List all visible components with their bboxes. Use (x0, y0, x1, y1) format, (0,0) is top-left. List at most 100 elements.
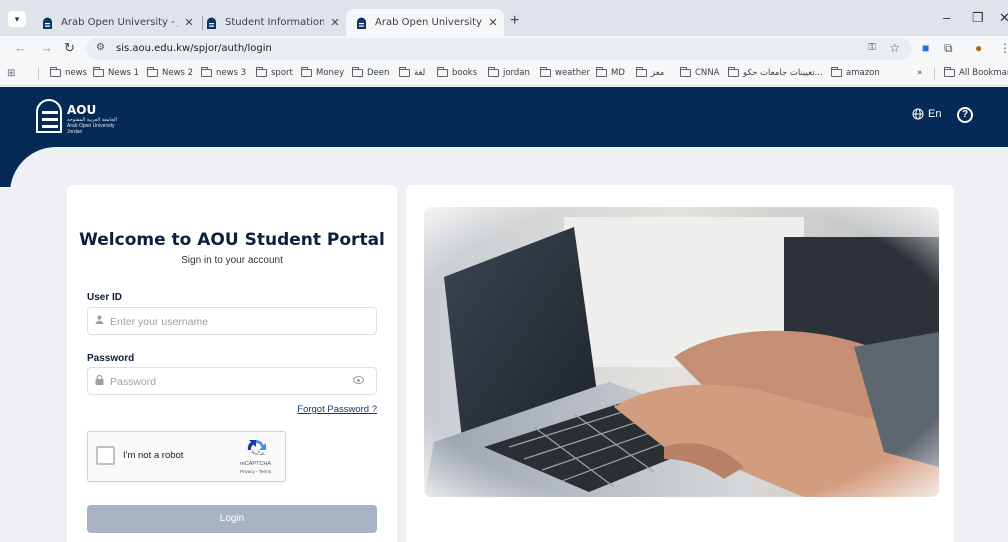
all-bookmarks-label: All Bookmarks (959, 68, 1008, 78)
tab-search-chevron-down-icon[interactable]: ▾ (8, 11, 26, 27)
folder-icon (488, 67, 499, 77)
folder-icon (680, 67, 691, 77)
bookmarks-overflow-button[interactable]: » (917, 68, 922, 78)
apps-grid-icon[interactable]: ⊞ (7, 68, 15, 79)
folder-icon (540, 67, 551, 77)
folder-icon (256, 67, 267, 77)
tab-close-icon[interactable]: ✕ (482, 16, 504, 29)
site-info-icon[interactable]: ⚙ (96, 42, 105, 53)
password-key-icon[interactable]: ⚿ (868, 42, 876, 53)
page-content: AOU الجامعة العربية المفتوحة Arab Open U… (0, 87, 1008, 542)
folder-icon (831, 67, 842, 77)
lock-icon (95, 374, 104, 387)
browser-tab-strip: ▾ Arab Open University - Jordan ✕ Studen… (0, 0, 1008, 36)
hero-image-card (406, 185, 954, 542)
browser-menu-icon[interactable]: ⋮ (999, 41, 1008, 55)
aou-favicon-icon (43, 17, 52, 29)
user-id-label: User ID (87, 292, 123, 303)
bookmarks-divider (38, 68, 39, 80)
bookmark-item[interactable]: News 1 (93, 67, 139, 78)
folder-icon (728, 67, 739, 77)
back-arrow-icon[interactable]: ← (14, 40, 27, 55)
bookmark-item[interactable]: لغة (399, 67, 426, 78)
language-label: En (928, 108, 942, 120)
bookmark-item[interactable]: sport (256, 67, 293, 78)
bookmark-item[interactable]: news (50, 67, 87, 78)
browser-tab-student-information-system[interactable]: Student Information System (S ✕ (196, 9, 346, 36)
all-bookmarks-button[interactable]: All Bookmarks (944, 67, 1008, 78)
password-field[interactable] (87, 367, 377, 395)
recaptcha-checkbox[interactable] (96, 446, 115, 465)
bookmarks-divider (934, 68, 935, 80)
bookmark-label: weather (555, 68, 590, 78)
username-input[interactable] (110, 312, 340, 332)
bookmark-label: معز (651, 68, 665, 78)
folder-icon (437, 67, 448, 77)
bookmark-item[interactable]: تعيينات جامعات حكو... (728, 67, 823, 78)
logo-title: AOU (67, 103, 97, 117)
forward-arrow-icon[interactable]: → (40, 40, 53, 55)
folder-icon (301, 67, 312, 77)
bookmark-label: News 2 (162, 68, 194, 78)
help-circle-icon[interactable]: ? (957, 107, 973, 123)
password-input[interactable] (110, 372, 340, 392)
bookmark-item[interactable]: MD (596, 67, 625, 78)
extensions-puzzle-icon[interactable]: ⧉ (944, 41, 953, 56)
bookmark-item[interactable]: news 3 (201, 67, 247, 78)
bookmark-item[interactable]: Money (301, 67, 345, 78)
bookmark-label: MD (611, 68, 625, 78)
browser-toolbar: ← → ↻ ⚙ sis.aou.edu.kw/spjor/auth/login … (0, 36, 1008, 62)
login-button[interactable]: Login (87, 505, 377, 533)
aou-logo-icon[interactable] (36, 99, 62, 133)
username-field[interactable] (87, 307, 377, 335)
folder-icon (944, 67, 955, 77)
bookmark-label: Money (316, 68, 345, 78)
browser-tab-aou-jordan[interactable]: Arab Open University - Jordan ✕ (32, 9, 200, 36)
password-label: Password (87, 353, 135, 364)
bookmark-label: تعيينات جامعات حكو... (743, 68, 823, 78)
bookmark-label: amazon (846, 68, 880, 78)
reload-icon[interactable]: ↻ (64, 40, 75, 56)
bookmark-item[interactable]: books (437, 67, 477, 78)
bookmark-item[interactable]: weather (540, 67, 590, 78)
logo-text[interactable]: AOU الجامعة العربية المفتوحة Arab Open U… (67, 103, 117, 135)
aou-favicon-icon (357, 17, 366, 29)
browser-tab-arab-open-university[interactable]: Arab Open University ✕ (346, 9, 504, 36)
profile-avatar-icon[interactable]: ● (975, 41, 982, 55)
bookmark-label: CNNA (695, 68, 720, 78)
bookmark-label: Deen (367, 68, 390, 78)
url-text[interactable]: sis.aou.edu.kw/spjor/auth/login (116, 43, 272, 54)
bookmark-label: لغة (414, 68, 426, 78)
tab-title: Arab Open University (375, 17, 482, 28)
minimize-icon[interactable]: – (943, 10, 950, 25)
extension-icon[interactable]: ■ (922, 41, 929, 55)
user-icon (95, 315, 104, 326)
new-tab-plus-icon[interactable]: + (510, 12, 519, 30)
bookmark-label: news 3 (216, 68, 247, 78)
tab-close-icon[interactable]: ✕ (324, 16, 346, 29)
bookmark-item[interactable]: CNNA (680, 67, 720, 78)
folder-icon (596, 67, 607, 77)
banner-curve (0, 147, 70, 207)
header-banner: AOU الجامعة العربية المفتوحة Arab Open U… (0, 87, 1008, 147)
bookmark-label: sport (271, 68, 293, 78)
recaptcha-logo-icon (247, 440, 266, 455)
bookmark-star-icon[interactable]: ☆ (889, 41, 900, 55)
bookmark-item[interactable]: jordan (488, 67, 530, 78)
maximize-icon[interactable]: ❐ (972, 10, 984, 26)
bookmark-item[interactable]: News 2 (147, 67, 194, 78)
folder-icon (93, 67, 104, 77)
forgot-password-link[interactable]: Forgot Password ? (297, 404, 377, 415)
bookmark-item[interactable]: amazon (831, 67, 880, 78)
close-window-icon[interactable]: ✕ (999, 10, 1008, 26)
recaptcha-links[interactable]: Privacy - Terms (228, 469, 283, 474)
bookmark-item[interactable]: Deen (352, 67, 390, 78)
address-bar[interactable]: ⚙ sis.aou.edu.kw/spjor/auth/login ⚿ ☆ (86, 38, 912, 60)
language-switch[interactable]: En (912, 108, 941, 120)
eye-icon[interactable] (353, 376, 364, 384)
page-title: Welcome to AOU Student Portal (79, 230, 385, 250)
recaptcha-label: I'm not a robot (123, 450, 184, 461)
globe-icon (912, 108, 924, 120)
bookmark-item[interactable]: معز (636, 67, 665, 78)
folder-icon (201, 67, 212, 77)
